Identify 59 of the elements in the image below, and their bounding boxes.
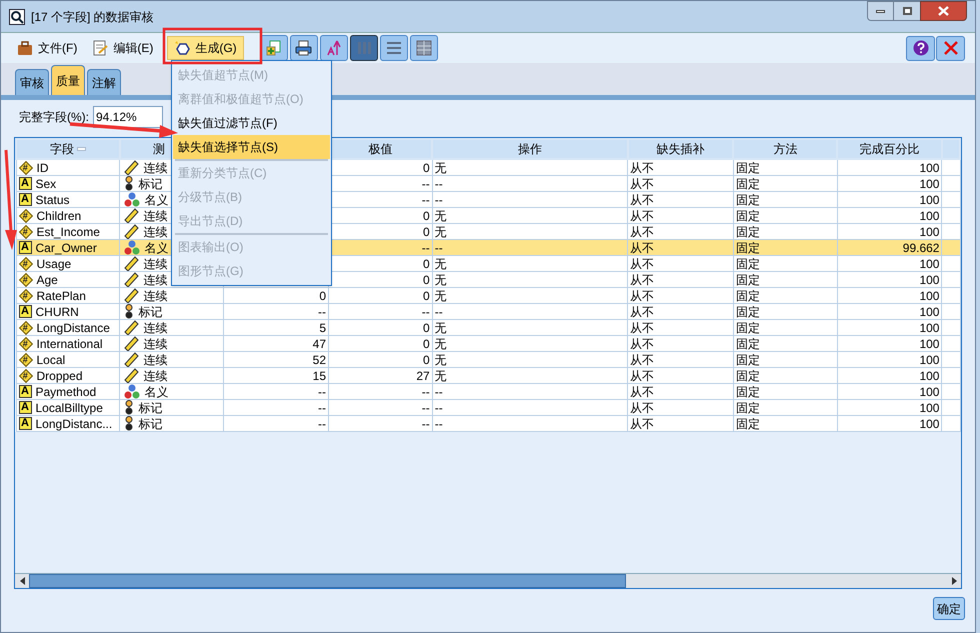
measure-label: 名义 <box>144 384 168 398</box>
method-cell: 固定 <box>733 416 838 432</box>
measure-label: 标记 <box>138 304 162 318</box>
field-label: 完整字段(%): <box>19 109 89 126</box>
numeric-type-badge: # <box>18 160 32 174</box>
measure-label: 连续 <box>143 320 168 334</box>
measure-label: 连续 <box>143 208 168 222</box>
numeric-type-badge: # <box>18 224 32 238</box>
string-type-badge: A <box>18 177 32 190</box>
field-name: Car_Owner <box>36 240 97 254</box>
field-name: LongDistanc... <box>36 416 112 430</box>
measure-label: 连续 <box>143 256 168 270</box>
field-name: LongDistance <box>36 320 110 334</box>
measure-label: 连续 <box>143 368 168 382</box>
measure-label: 名义 <box>144 240 168 254</box>
field-name: Sex <box>36 176 56 190</box>
numeric-type-badge: # <box>18 368 32 382</box>
string-type-badge: A <box>18 385 32 398</box>
field-name: Usage <box>36 256 72 270</box>
measure-label: 连续 <box>143 224 168 238</box>
measure-label: 连续 <box>143 336 168 350</box>
extremes-cell: -- <box>328 416 432 432</box>
field-name: CHURN <box>36 304 79 318</box>
numeric-type-badge: # <box>18 256 32 270</box>
measure-label: 连续 <box>143 160 168 174</box>
field-name: Status <box>36 192 70 206</box>
field-name: Children <box>36 208 82 222</box>
string-type-badge: A <box>18 417 32 430</box>
impute-cell: 从不 <box>628 416 734 432</box>
field-name: Est_Income <box>36 224 100 238</box>
window-title: [17 个字段] 的数据审核 <box>31 8 154 26</box>
string-type-badge: A <box>18 193 32 206</box>
percent-cell: 100 <box>837 416 942 432</box>
measure-label: 名义 <box>144 192 168 206</box>
numeric-type-badge: # <box>18 320 32 334</box>
field-name: Dropped <box>36 368 83 382</box>
string-type-badge: A <box>18 401 32 414</box>
measure-label: 标记 <box>138 400 162 414</box>
string-type-badge: A <box>18 241 32 254</box>
numeric-type-badge: # <box>18 352 32 366</box>
field-name: LocalBilltype <box>36 400 103 414</box>
measure-label: 标记 <box>138 176 162 190</box>
measure-label: 连续 <box>143 288 168 302</box>
string-type-badge: A <box>18 305 32 318</box>
numeric-type-badge: # <box>18 336 32 350</box>
measure-label: 连续 <box>143 352 168 366</box>
field-name: RatePlan <box>36 288 86 302</box>
field-name: ID <box>36 160 48 174</box>
field-name: Age <box>36 272 58 286</box>
field-name: International <box>36 336 103 350</box>
field-name: Local <box>36 352 66 366</box>
measure-label: 连续 <box>143 272 168 286</box>
field-name: Paymethod <box>36 384 96 398</box>
action-cell: -- <box>432 416 628 432</box>
numeric-type-badge: # <box>18 208 32 222</box>
table-cell: -- <box>224 416 329 432</box>
numeric-type-badge: # <box>18 288 32 302</box>
measure-label: 标记 <box>138 416 162 430</box>
numeric-type-badge: # <box>18 272 32 286</box>
